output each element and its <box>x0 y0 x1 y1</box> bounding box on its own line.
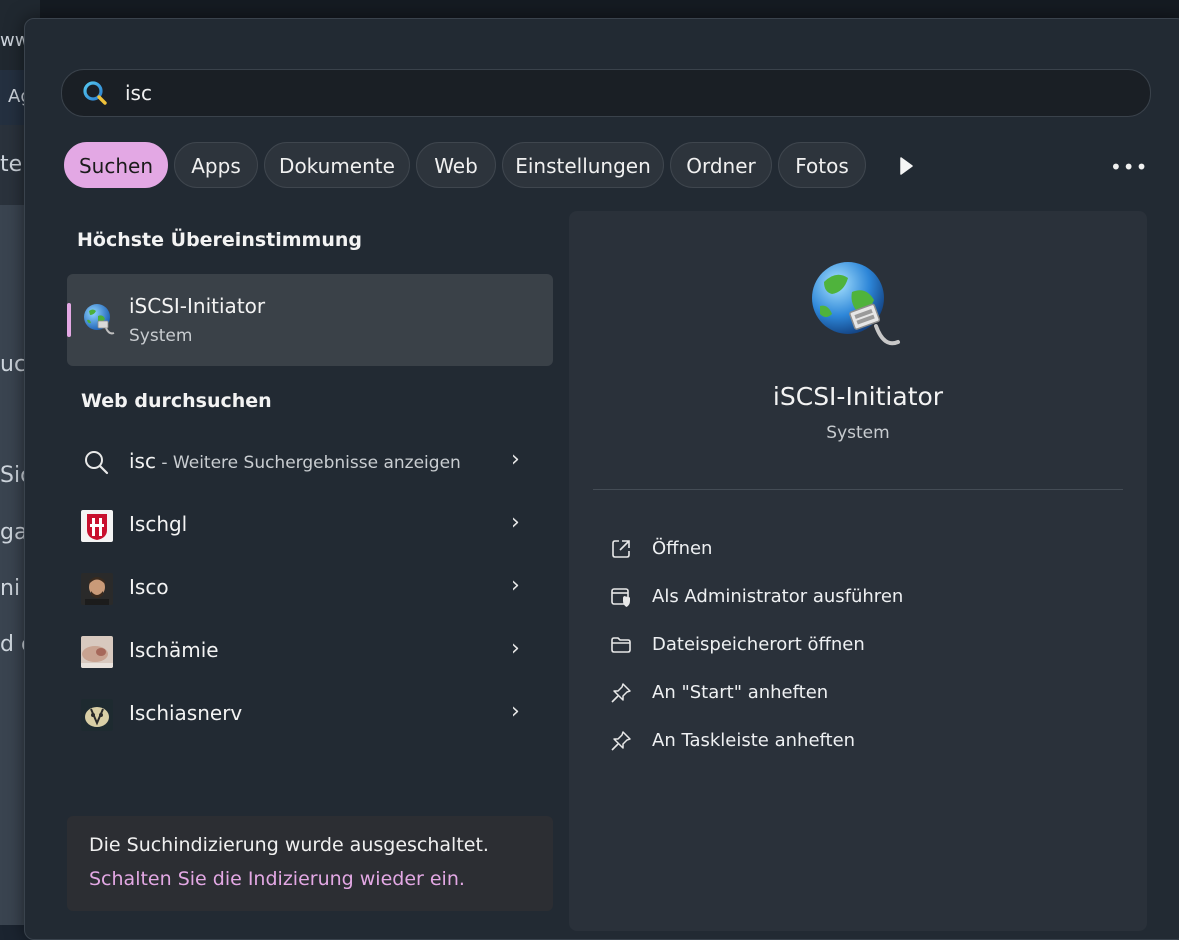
filter-chip-fotos[interactable]: Fotos <box>778 142 866 188</box>
ischaemie-photo-thumbnail <box>81 636 113 668</box>
action-label: An Taskleiste anheften <box>652 730 856 751</box>
action-label: Als Administrator ausführen <box>652 586 904 607</box>
ischiasnerv-illustration-thumbnail <box>81 699 113 731</box>
web-result-label: Ischämie <box>129 638 219 662</box>
chevron-right-icon[interactable]: › <box>511 510 520 535</box>
detail-title: iSCSI-Initiator <box>772 382 944 411</box>
filter-chip-apps[interactable]: Apps <box>174 142 258 188</box>
background-text: ni <box>0 576 21 601</box>
more-filters-play-icon[interactable] <box>899 157 913 175</box>
detail-divider <box>593 489 1123 490</box>
chevron-right-icon[interactable]: › <box>511 636 520 661</box>
action-label: Dateispeicherort öffnen <box>652 634 865 655</box>
enable-indexing-link[interactable]: Schalten Sie die Indizierung wieder ein. <box>89 868 465 890</box>
action-run-as-admin[interactable]: Als Administrator ausführen <box>599 577 1099 617</box>
web-result-label: Isco <box>129 575 169 599</box>
search-icon <box>85 451 109 475</box>
filter-chip-dokumente[interactable]: Dokumente <box>264 142 410 188</box>
action-label: Öffnen <box>652 538 713 559</box>
web-result-isco[interactable]: Isco › <box>67 559 553 619</box>
chevron-right-icon[interactable]: › <box>511 447 520 472</box>
more-options-icon[interactable]: ••• <box>1110 155 1148 179</box>
pin-icon <box>611 683 631 703</box>
filter-chip-web[interactable]: Web <box>416 142 496 188</box>
filter-chip-suchen[interactable]: Suchen <box>64 142 168 188</box>
chevron-right-icon[interactable]: › <box>511 699 520 724</box>
best-match-name: iSCSI-Initiator <box>129 294 266 318</box>
selection-indicator <box>67 303 71 337</box>
action-open-file-location[interactable]: Dateispeicherort öffnen <box>599 625 1099 665</box>
background-text: uc <box>0 352 27 377</box>
web-result-isc[interactable]: isc - Weitere Suchergebnisse anzeigen › <box>67 433 553 493</box>
best-match-result[interactable]: iSCSI-Initiator System <box>67 274 553 366</box>
globe-network-icon <box>84 304 115 335</box>
best-match-heading: Höchste Übereinstimmung <box>77 229 362 251</box>
web-result-ischiasnerv[interactable]: Ischiasnerv › <box>67 685 553 745</box>
indexing-notice: Die Suchindizierung wurde ausgeschaltet.… <box>67 816 553 911</box>
globe-network-icon <box>812 262 900 346</box>
detail-subtitle: System <box>826 423 890 443</box>
action-open[interactable]: Öffnen <box>599 529 1099 569</box>
search-query: isc <box>125 81 152 105</box>
search-icon <box>83 81 107 105</box>
best-match-subtitle: System <box>129 326 193 346</box>
action-label: An "Start" anheften <box>652 682 829 703</box>
isco-photo-thumbnail <box>81 573 113 605</box>
web-result-label: Ischiasnerv <box>129 701 243 725</box>
pin-icon <box>611 731 631 751</box>
web-result-hint: - Weitere Suchergebnisse anzeigen <box>155 453 461 473</box>
background-window-top <box>0 0 1179 18</box>
action-pin-to-start[interactable]: An "Start" anheften <box>599 673 1099 713</box>
folder-icon <box>611 637 631 653</box>
web-result-label: Ischgl <box>129 512 188 536</box>
search-flyout: isc Suchen Apps Dokumente Web Einstellun… <box>24 18 1179 940</box>
ischgl-crest-thumbnail <box>81 510 113 542</box>
web-result-label: isc - Weitere Suchergebnisse anzeigen <box>129 449 461 473</box>
search-input[interactable]: isc <box>61 69 1151 117</box>
admin-shield-icon <box>611 588 630 607</box>
web-search-heading: Web durchsuchen <box>81 390 272 412</box>
indexing-notice-text: Die Suchindizierung wurde ausgeschaltet. <box>89 834 489 856</box>
open-external-icon <box>612 540 630 558</box>
filter-chip-einstellungen[interactable]: Einstellungen <box>502 142 664 188</box>
action-pin-to-taskbar[interactable]: An Taskleiste anheften <box>599 721 1099 761</box>
web-result-ischgl[interactable]: Ischgl › <box>67 496 553 556</box>
filter-chip-ordner[interactable]: Ordner <box>670 142 772 188</box>
detail-pane: iSCSI-Initiator System Öffnen Als Admini… <box>569 211 1147 931</box>
web-result-ischaemie[interactable]: Ischämie › <box>67 622 553 682</box>
chevron-right-icon[interactable]: › <box>511 573 520 598</box>
